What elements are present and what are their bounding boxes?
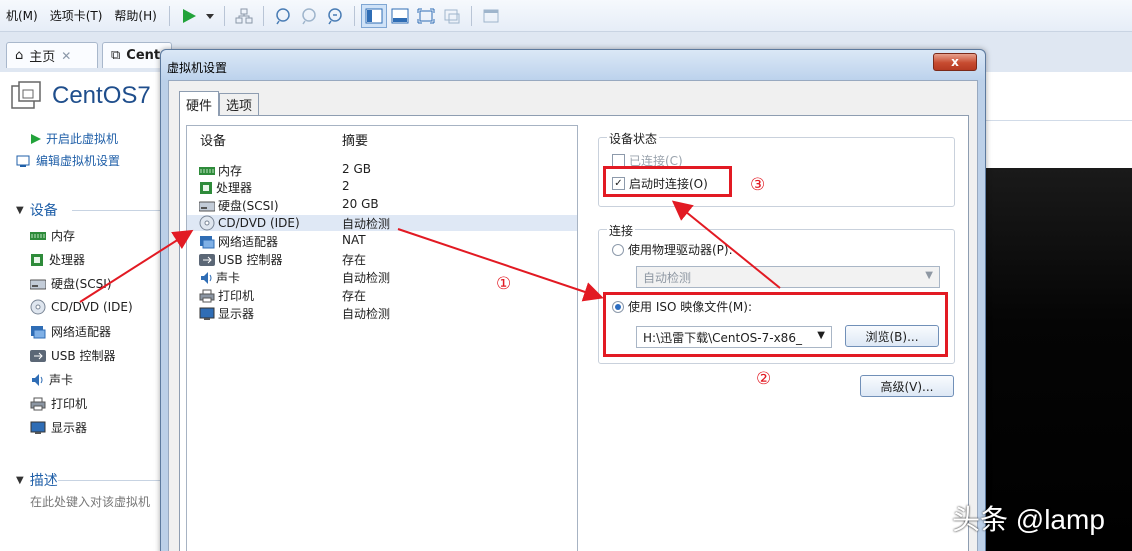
arrow-to-list-cdrom (79, 229, 194, 303)
watermark: 头条 @lamp (952, 504, 1105, 535)
tab-hardware[interactable]: 硬件 (179, 91, 220, 116)
arrow-to-connect-at-power-on (671, 200, 781, 289)
arrow-to-left-cdrom (95, 232, 190, 284)
annotation-arrows (79, 200, 781, 303)
arrow-to-iso-option (397, 228, 604, 302)
